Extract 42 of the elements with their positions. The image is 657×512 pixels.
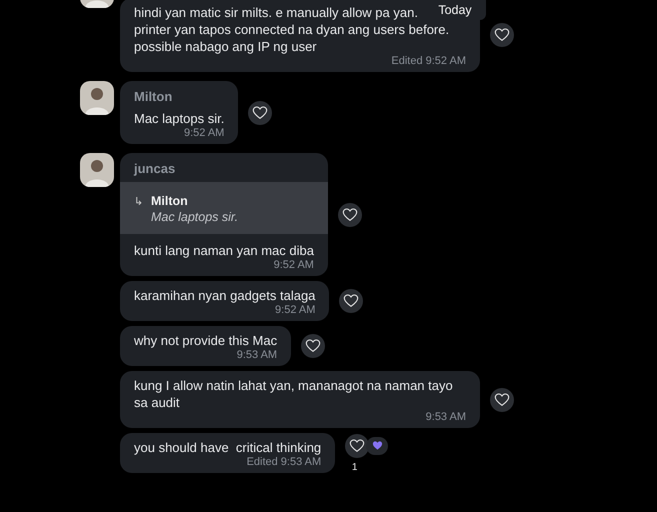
heart-reaction[interactable]	[366, 436, 388, 454]
reply-quote[interactable]: ↳ Milton Mac laptops sir.	[120, 182, 328, 234]
reply-author: Milton	[151, 194, 188, 208]
message-text: sa audit	[134, 395, 180, 410]
avatar	[80, 81, 114, 115]
heart-icon	[494, 392, 510, 408]
heart-icon	[372, 440, 383, 451]
react-button[interactable]	[490, 23, 514, 47]
message-time: 9:52 AM	[274, 259, 314, 271]
avatar	[80, 153, 114, 187]
message-text: why not provide this Mac	[134, 333, 278, 348]
heart-icon	[349, 438, 366, 454]
author-name: Milton	[134, 89, 174, 104]
message-time: 9:52 AM	[184, 127, 224, 139]
react-button[interactable]	[301, 334, 326, 358]
react-button[interactable]	[338, 202, 362, 226]
message-text: kung I allow natin lahat yan, mananagot na naman tayo	[134, 378, 453, 393]
message-text: printer yan tapos connected na dyan ang users before.	[134, 22, 450, 37]
message-text: hindi yan matic sir milts. e manually allow pa yan.	[134, 5, 418, 20]
message-text: you should have critical thinking	[134, 440, 322, 455]
message-time: Edited 9:52 AM	[391, 55, 466, 67]
message-text: kunti lang naman yan mac diba	[134, 243, 314, 258]
heart-icon	[494, 27, 510, 43]
reply-arrow-icon: ↳	[134, 194, 143, 208]
react-button[interactable]	[490, 388, 514, 412]
author-name: juncas	[132, 161, 176, 176]
reply-text: Mac laptops sir.	[151, 210, 240, 224]
message-time: 9:52 AM	[275, 304, 316, 316]
react-button[interactable]	[345, 434, 370, 458]
heart-icon	[342, 206, 358, 222]
message-text: possible nabago ang IP ng user	[134, 39, 317, 54]
message-time: 9:53 AM	[236, 349, 278, 361]
message-text: Mac laptops sir.	[134, 111, 224, 126]
react-button[interactable]	[339, 289, 364, 313]
reaction-count: 1	[352, 462, 358, 472]
message-text: karamihan nyan gadgets talaga	[134, 288, 316, 303]
react-button[interactable]	[248, 100, 272, 124]
heart-icon	[252, 104, 268, 120]
heart-icon	[305, 338, 322, 354]
message-time: 9:53 AM	[426, 411, 466, 423]
heart-icon	[343, 293, 360, 309]
message-time: Edited 9:53 AM	[246, 456, 322, 468]
